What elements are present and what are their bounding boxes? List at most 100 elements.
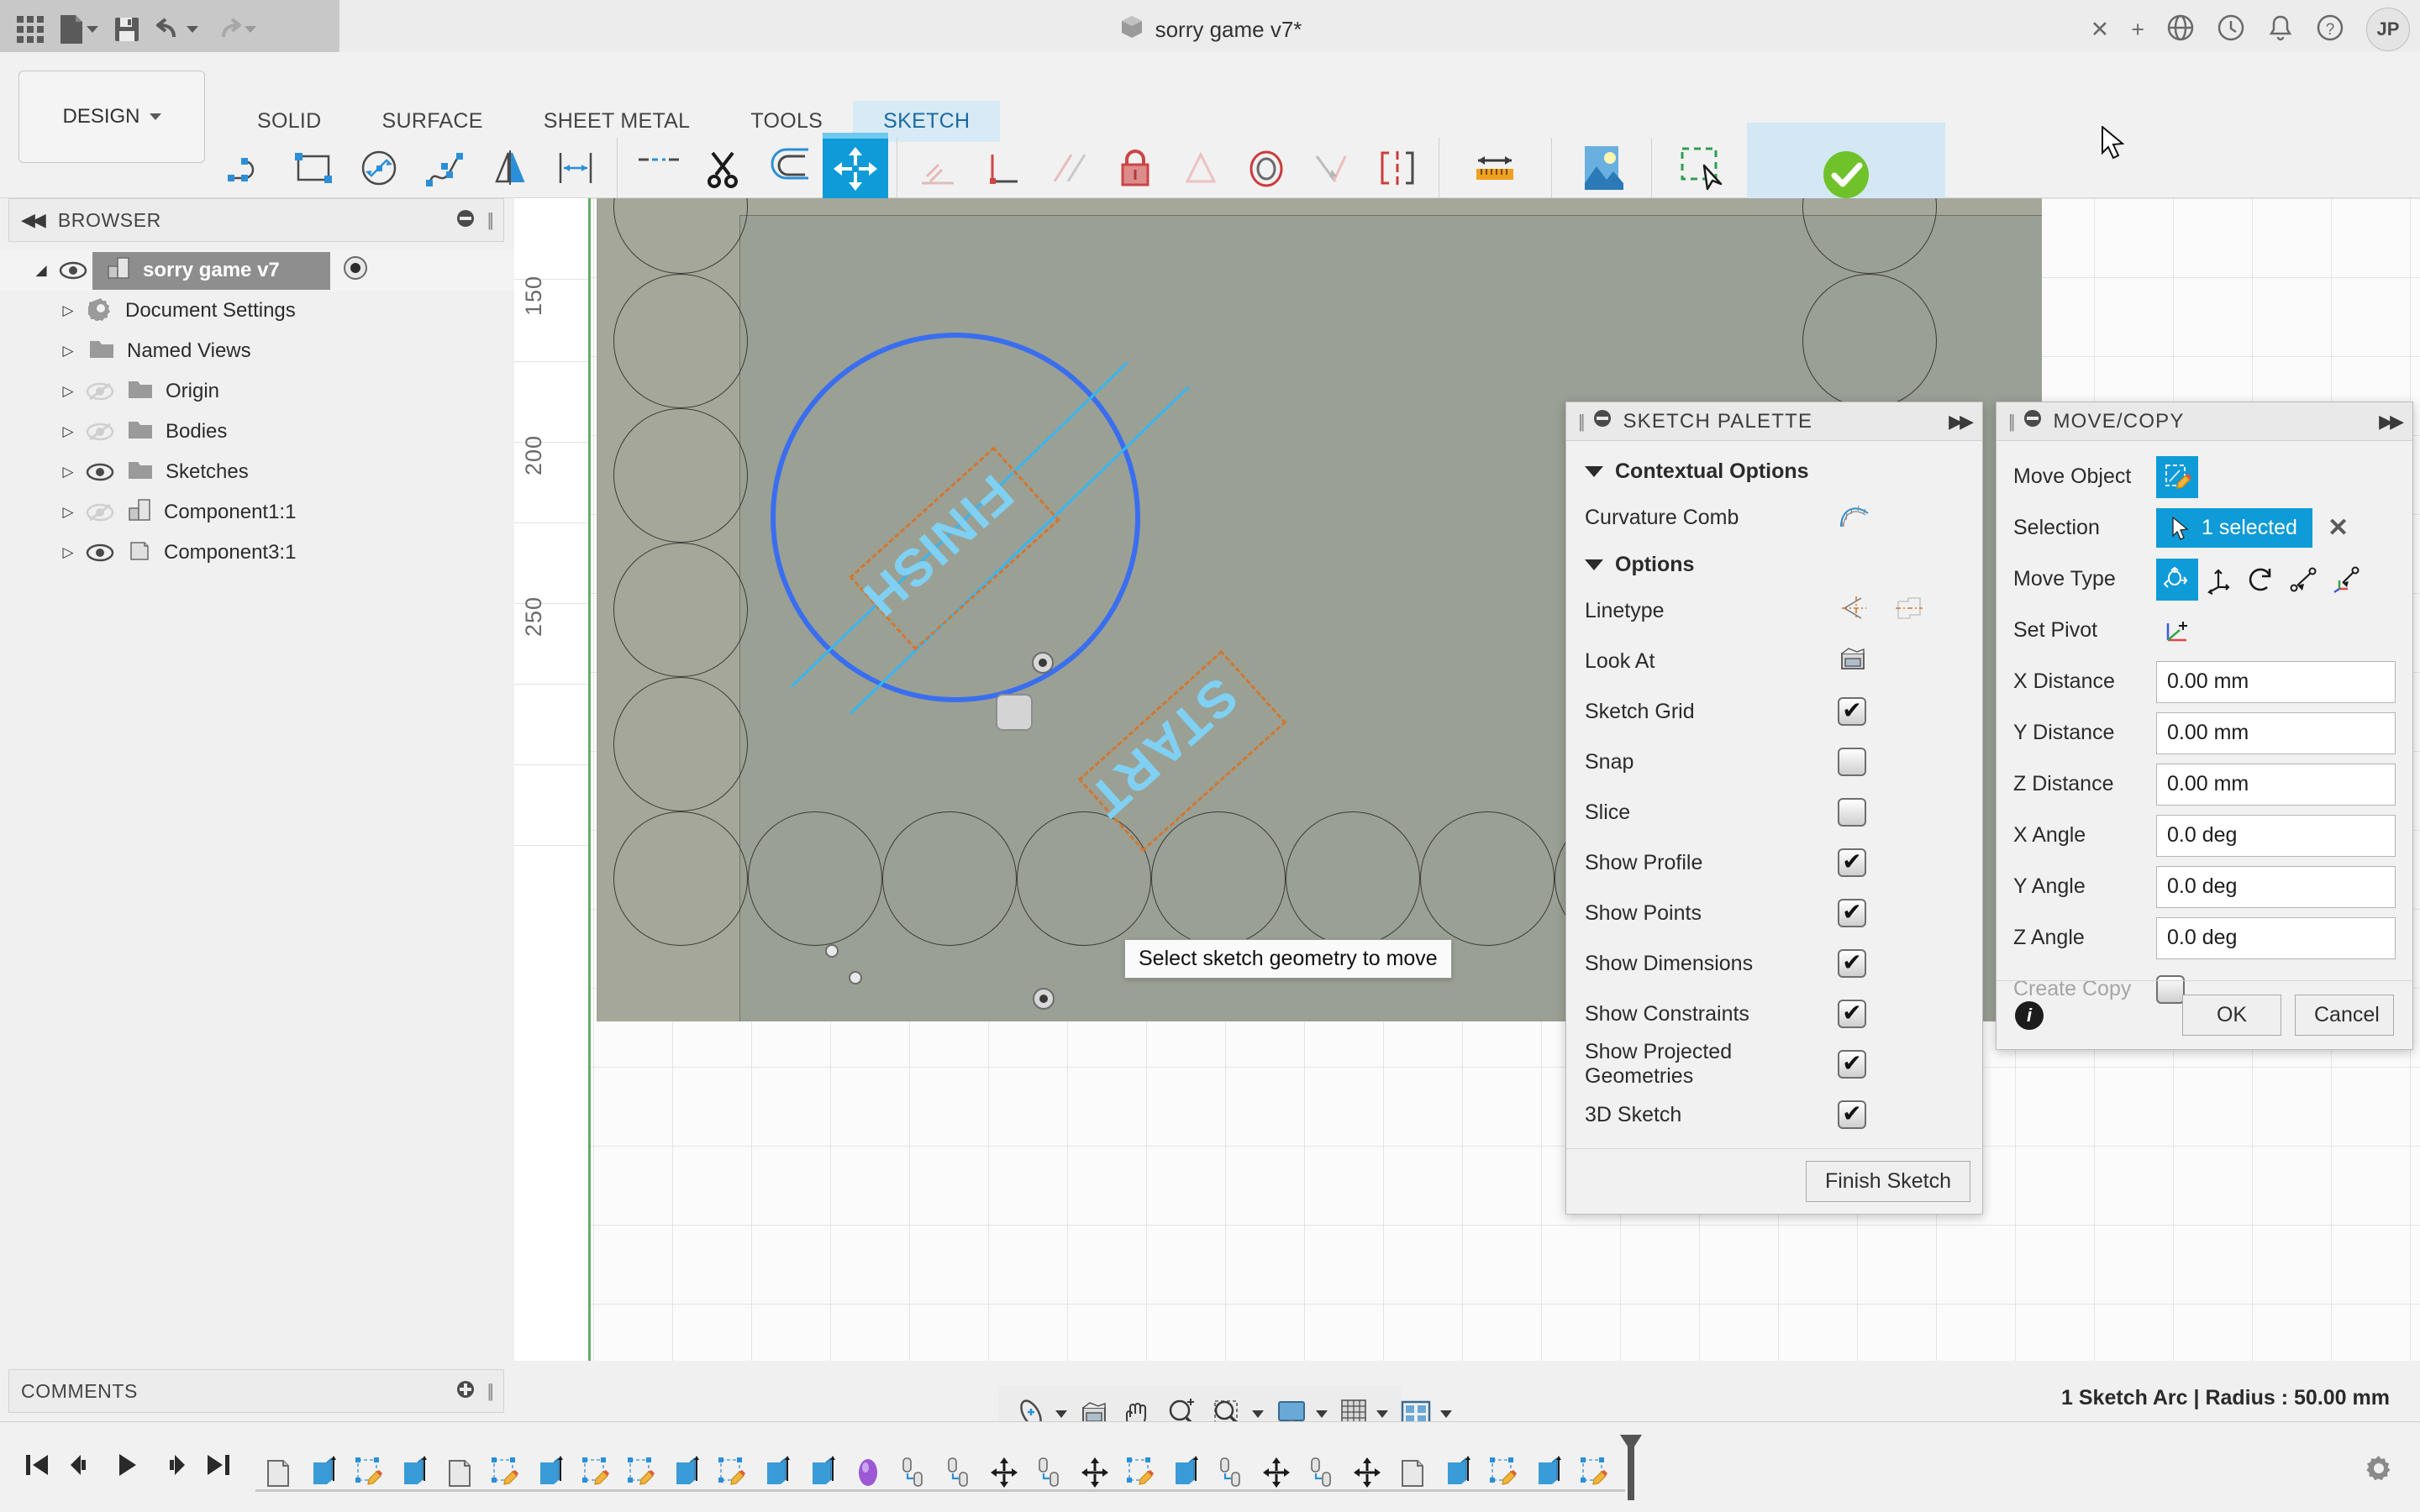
activate-component-radio[interactable]	[342, 255, 369, 287]
viewports-dropdown-icon[interactable]	[1440, 1410, 1452, 1418]
timeline-feature-body[interactable]	[255, 1441, 301, 1504]
offset-icon[interactable]	[757, 133, 823, 205]
timeline-end-marker[interactable]	[1617, 1431, 1645, 1504]
visibility-eye-icon[interactable]	[54, 260, 92, 281]
show-profile-checkbox[interactable]	[1838, 848, 1866, 877]
row-show-constraints[interactable]: Show Constraints	[1566, 989, 1982, 1039]
expand-arrow-icon[interactable]: ▷	[55, 423, 81, 440]
timeline-feature-extrude[interactable]	[528, 1441, 573, 1504]
show-points-checkbox[interactable]	[1838, 899, 1866, 927]
minimize-icon[interactable]	[2023, 408, 2043, 434]
expand-arrow-icon[interactable]: ◢	[29, 262, 54, 279]
measure-icon[interactable]	[1462, 133, 1528, 205]
finish-sketch-palette-button[interactable]: Finish Sketch	[1805, 1161, 1970, 1202]
tree-item-origin[interactable]: ▷ Origin	[0, 371, 514, 412]
sketch-dimension-icon[interactable]	[543, 133, 608, 205]
row-sketch-grid[interactable]: Sketch Grid	[1566, 686, 1982, 737]
panel-grip[interactable]: ||	[487, 1380, 495, 1402]
row-show-dimensions[interactable]: Show Dimensions	[1566, 938, 1982, 989]
trim-icon[interactable]	[692, 133, 757, 205]
perpendicular-icon[interactable]	[971, 133, 1037, 205]
set-pivot-icon[interactable]	[2156, 610, 2198, 652]
z-distance-input[interactable]: 0.00 mm	[2156, 763, 2396, 806]
visibility-eye-off-icon[interactable]	[81, 381, 119, 402]
show-dimensions-checkbox[interactable]	[1838, 949, 1866, 978]
line-icon[interactable]	[215, 133, 281, 205]
cancel-button[interactable]: Cancel	[2295, 995, 2394, 1036]
insert-image-icon[interactable]	[1569, 133, 1634, 205]
expand-arrow-icon[interactable]: ▷	[55, 383, 81, 400]
close-tab-icon[interactable]: ✕	[2091, 18, 2110, 41]
collinear-icon[interactable]	[1299, 133, 1365, 205]
tree-item-named-views[interactable]: ▷ Named Views	[0, 331, 514, 371]
concentric-icon[interactable]	[1234, 133, 1299, 205]
expand-arrow-icon[interactable]: ▷	[55, 504, 81, 521]
panel-grip[interactable]: ||	[2008, 411, 2016, 433]
minimize-icon[interactable]	[1592, 408, 1612, 434]
sketch-grid-checkbox[interactable]	[1838, 697, 1866, 726]
collapse-right-icon[interactable]: ▶▶	[2379, 411, 2404, 433]
avatar[interactable]: JP	[2366, 8, 2410, 51]
tree-item-component3[interactable]: ▷ Component3:1	[0, 533, 514, 573]
timeline-feature-extrude[interactable]	[392, 1441, 437, 1504]
parallel-icon[interactable]	[1037, 133, 1102, 205]
grid-dropdown-icon[interactable]	[1376, 1410, 1388, 1418]
display-dropdown-icon[interactable]	[1316, 1410, 1328, 1418]
timeline-feature-align[interactable]	[1027, 1441, 1072, 1504]
ok-button[interactable]: OK	[2182, 995, 2281, 1036]
y-angle-input[interactable]: 0.0 deg	[2156, 865, 2396, 908]
slice-checkbox[interactable]	[1838, 798, 1866, 827]
timeline-feature-move[interactable]	[1344, 1441, 1390, 1504]
rectangle-icon[interactable]	[281, 133, 346, 205]
chevron-down-icon[interactable]	[1585, 559, 1603, 570]
panel-grip[interactable]: ||	[487, 209, 495, 231]
comments-panel[interactable]: COMMENTS ||	[8, 1369, 504, 1413]
show-projected-geometries-checkbox[interactable]	[1838, 1050, 1866, 1079]
tree-item-bodies[interactable]: ▷ Bodies	[0, 412, 514, 452]
timeline-feature-sketch[interactable]	[482, 1441, 528, 1504]
3d-sketch-checkbox[interactable]	[1838, 1100, 1866, 1129]
tree-item-document-settings[interactable]: ▷ Document Settings	[0, 291, 514, 331]
sketch-point-2[interactable]	[849, 971, 862, 984]
sketch-center-point[interactable]	[1032, 652, 1054, 674]
collapse-right-icon[interactable]: ▶▶	[1949, 411, 1974, 433]
move-copy-icon[interactable]	[823, 133, 888, 205]
timeline-feature-align[interactable]	[1299, 1441, 1344, 1504]
snap-checkbox[interactable]	[1838, 748, 1866, 776]
panel-grip[interactable]: ||	[1578, 411, 1586, 433]
row-3d-sketch[interactable]: 3D Sketch	[1566, 1089, 1982, 1140]
timeline-feature-move[interactable]	[1254, 1441, 1299, 1504]
spline-icon[interactable]	[412, 133, 477, 205]
symmetry-icon[interactable]	[1365, 133, 1430, 205]
timeline-feature-sketch[interactable]	[1481, 1441, 1526, 1504]
y-distance-input[interactable]: 0.00 mm	[2156, 711, 2396, 754]
curvature-comb-icon[interactable]	[1838, 501, 1871, 534]
timeline-feature-extrude[interactable]	[1435, 1441, 1481, 1504]
timeline-feature-align[interactable]	[936, 1441, 981, 1504]
tree-item-sketches[interactable]: ▷ Sketches	[0, 452, 514, 492]
timeline-feature-sketch[interactable]	[346, 1441, 392, 1504]
expand-arrow-icon[interactable]: ▷	[55, 544, 81, 561]
zoom-dropdown-icon[interactable]	[1252, 1410, 1264, 1418]
section-options[interactable]: Options	[1566, 543, 1982, 585]
select-window-icon[interactable]	[1670, 133, 1736, 205]
expand-arrow-icon[interactable]: ▷	[55, 464, 81, 480]
row-curvature-comb[interactable]: Curvature Comb	[1566, 492, 1982, 543]
info-icon[interactable]: i	[2015, 1000, 2044, 1030]
horizontal-vertical-icon[interactable]	[906, 133, 971, 205]
tree-item-component1[interactable]: ▷ Component1:1	[0, 492, 514, 533]
row-show-projected-geometries[interactable]: Show Projected Geometries	[1566, 1039, 1982, 1089]
point-to-position-icon[interactable]	[2324, 559, 2366, 601]
step-back-icon[interactable]	[67, 1450, 97, 1484]
timeline-feature-extrude[interactable]	[1526, 1441, 1571, 1504]
row-show-points[interactable]: Show Points	[1566, 888, 1982, 938]
z-angle-input[interactable]: 0.0 deg	[2156, 916, 2396, 959]
timeline-feature-extrude[interactable]	[800, 1441, 845, 1504]
timeline-feature-appearance[interactable]	[845, 1441, 891, 1504]
sketch-arc-endpoint[interactable]	[1033, 988, 1055, 1010]
free-move-icon[interactable]	[2156, 558, 2198, 601]
minimize-icon[interactable]	[455, 208, 476, 233]
move-sketch-object-icon[interactable]	[2156, 455, 2198, 498]
timeline-feature-body[interactable]	[437, 1441, 482, 1504]
go-to-beginning-icon[interactable]	[22, 1450, 52, 1484]
